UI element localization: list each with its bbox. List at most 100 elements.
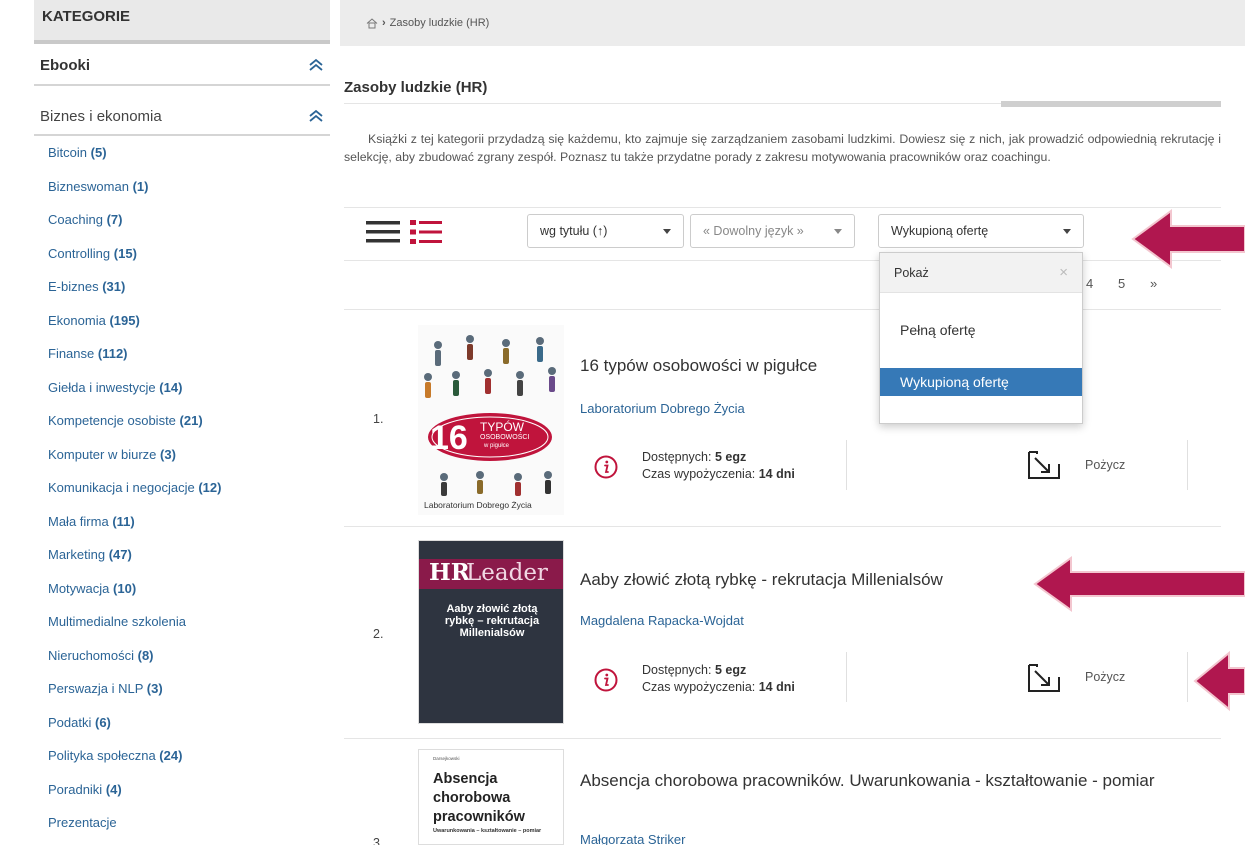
category-sidebar: KATEGORIE Ebooki Biznes i ekonomia Bitco… [0, 0, 330, 845]
offer-select[interactable]: Wykupioną ofertę [878, 214, 1084, 248]
borrow-icon[interactable] [1027, 450, 1061, 480]
annotation-arrow [1033, 556, 1245, 612]
cover-footer: Laboratorium Dobrego Życia [424, 500, 532, 510]
category-count: (15) [113, 245, 137, 261]
borrow-icon[interactable] [1027, 663, 1061, 693]
sidebar-category-link[interactable]: Mała firma (11) [48, 505, 221, 539]
sidebar-category-link[interactable]: Komputer w biurze (3) [48, 438, 221, 472]
category-name: Perswazja i NLP [48, 681, 144, 696]
category-count: (112) [97, 346, 128, 361]
sidebar-section-label: Ebooki [40, 56, 91, 74]
info-icon[interactable] [594, 455, 618, 479]
category-name: Polityka społeczna [48, 748, 156, 763]
double-chevron-up-icon[interactable] [308, 58, 324, 72]
breadcrumb: › Zasoby ludzkie (HR) [340, 0, 1245, 46]
sidebar-category-link[interactable]: Poradniki (4) [48, 773, 221, 807]
double-chevron-up-icon[interactable] [308, 109, 324, 123]
book-author[interactable]: Laboratorium Dobrego Życia [580, 401, 745, 416]
sidebar-category-link[interactable]: Controlling (15) [48, 237, 221, 271]
category-name: Nieruchomości [48, 647, 134, 663]
sidebar-category-link[interactable]: Perswazja i NLP (3) [48, 672, 221, 706]
category-count: (8) [137, 647, 154, 663]
book-cover-1[interactable]: 16 TYPÓW OSOBOWOŚCI w pigułce Laboratori… [418, 325, 564, 515]
caret-down-icon [1063, 228, 1071, 234]
sidebar-category-link[interactable]: Nieruchomości (8) [48, 639, 221, 673]
language-select[interactable]: « Dowolny język » [690, 214, 855, 248]
page-link-5[interactable]: 5 [1118, 276, 1150, 291]
book-title[interactable]: Absencja chorobowa pracowników. Uwarunko… [580, 770, 1180, 791]
category-name: Bizneswoman [48, 178, 129, 194]
sidebar-category-link[interactable]: Kompetencje osobiste (21) [48, 404, 221, 438]
book-number: 2. [373, 627, 384, 641]
category-name: Komunikacja i negocjacje [48, 480, 195, 495]
book-cover-3[interactable]: Darsejkowski Absencja chorobowa pracowni… [418, 749, 564, 845]
cover-title: Absencja chorobowa pracowników [433, 771, 525, 825]
cover-text: Aaby złowić złotą rybkę – rekrutacja Mil… [444, 603, 540, 639]
loan-label: Czas wypożyczenia: [642, 680, 756, 694]
category-name: Coaching [48, 212, 103, 227]
sort-select[interactable]: wg tytułu (↑) [527, 214, 684, 248]
detail-list-view-icon[interactable] [410, 219, 442, 245]
loan-value: 14 dni [758, 467, 795, 481]
row-divider [344, 526, 1221, 527]
category-name: Podatki [48, 714, 92, 730]
cover-subtitle: Uwarunkowania – kształtowanie – pomiar [433, 828, 542, 834]
sidebar-subsection-label: Biznes i ekonomia [40, 107, 162, 125]
sidebar-category-link[interactable]: Bizneswoman (1) [48, 170, 221, 204]
sidebar-category-link[interactable]: Marketing (47) [48, 538, 221, 572]
breadcrumb-separator: › [382, 17, 386, 29]
category-count: (21) [179, 413, 203, 428]
home-icon[interactable] [366, 17, 378, 29]
title-divider-accent [1001, 101, 1221, 107]
row-divider [344, 738, 1221, 739]
category-name: Poradniki [48, 781, 103, 797]
borrow-button[interactable]: Pożycz [1085, 670, 1125, 684]
divider [344, 207, 1221, 208]
annotation-arrow [1193, 650, 1245, 712]
category-name: Komputer w biurze [48, 446, 157, 462]
sidebar-category-link[interactable]: Giełda i inwestycje (14) [48, 371, 221, 405]
book-author[interactable]: Magdalena Rapacka-Wojdat [580, 613, 744, 628]
category-name: Kompetencje osobiste [48, 413, 176, 428]
sidebar-category-link[interactable]: Komunikacja i negocjacje (12) [48, 471, 221, 505]
sidebar-heading-underline [34, 40, 330, 44]
book-cover-2[interactable]: HR Leader Aaby złowić złotą rybkę – rekr… [418, 540, 564, 724]
category-count: (1) [132, 178, 149, 194]
category-name: E-biznes [48, 279, 99, 294]
category-count: (5) [90, 145, 107, 160]
sidebar-category-link[interactable]: Coaching (7) [48, 203, 221, 237]
category-name: Giełda i inwestycje [48, 379, 156, 395]
category-count: (24) [159, 748, 183, 763]
category-name: Mała firma [48, 513, 109, 529]
category-count: (47) [108, 547, 132, 562]
borrow-button[interactable]: Pożycz [1085, 458, 1125, 472]
loan-value: 14 dni [758, 680, 795, 694]
next-page-link[interactable]: » [1150, 276, 1182, 291]
sidebar-subsection-biznes[interactable]: Biznes i ekonomia [34, 98, 330, 136]
category-name: Finanse [48, 346, 95, 361]
category-name: Bitcoin [48, 145, 88, 160]
info-icon[interactable] [594, 668, 618, 692]
sidebar-category-link[interactable]: E-biznes (31) [48, 270, 221, 304]
close-icon[interactable]: × [1059, 264, 1068, 281]
dropdown-option-purchased-offer[interactable]: Wykupioną ofertę [880, 368, 1082, 396]
sidebar-category-link[interactable]: Polityka społeczna (24) [48, 739, 221, 773]
list-view-icon[interactable] [366, 219, 400, 245]
sidebar-category-link[interactable]: Motywacja (10) [48, 572, 221, 606]
sidebar-section-ebooki[interactable]: Ebooki [34, 46, 330, 86]
sidebar-category-link[interactable]: Ekonomia (195) [48, 304, 221, 338]
book-author[interactable]: Małgorzata Striker [580, 832, 685, 845]
availability-info: Dostępnych: 5 egz Czas wypożyczenia: 14 … [642, 662, 795, 696]
loan-label: Czas wypożyczenia: [642, 467, 756, 481]
sidebar-category-link[interactable]: Podatki (6) [48, 706, 221, 740]
category-count: (14) [159, 379, 183, 395]
page-link-4[interactable]: 4 [1086, 276, 1118, 291]
caret-down-icon [834, 228, 842, 234]
sidebar-category-link[interactable]: Prezentacje [48, 806, 221, 840]
avail-label: Dostępnych: [642, 450, 712, 464]
sidebar-category-link[interactable]: Multimedialne szkolenia [48, 605, 221, 639]
category-name: Prezentacje [48, 815, 117, 830]
sidebar-category-link[interactable]: Finanse (112) [48, 337, 221, 371]
sidebar-category-link[interactable]: Bitcoin (5) [48, 136, 221, 170]
dropdown-option-full-offer[interactable]: Pełną ofertę [880, 316, 1082, 344]
